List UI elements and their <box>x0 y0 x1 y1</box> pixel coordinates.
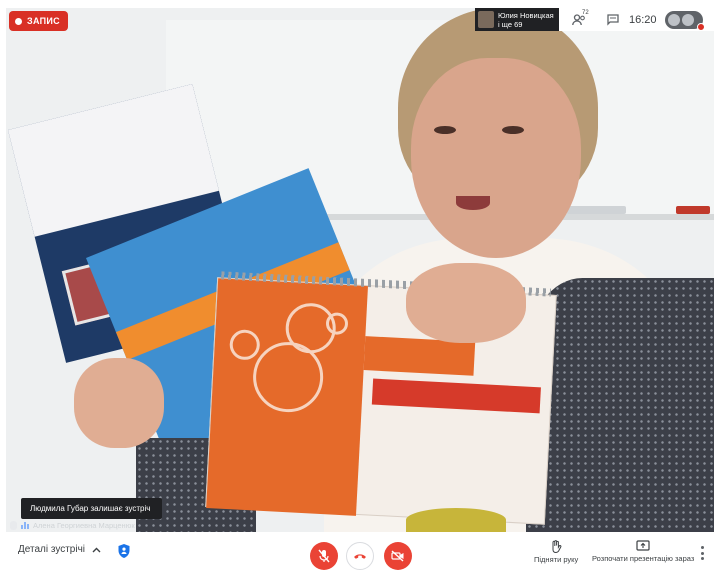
leave-notification-toast: Людмила Губар залишає зустріч <box>21 498 162 519</box>
camera-off-button[interactable] <box>384 542 412 570</box>
more-vert-icon[interactable] <box>699 546 705 560</box>
toast-message: Людмила Губар залишає зустріч <box>30 504 151 513</box>
marker <box>676 206 710 214</box>
bottom-toolbar: Деталі зустрічі Підняти руку Розпочати п… <box>0 534 720 572</box>
speaker-hand <box>74 358 164 448</box>
presenter-name: Юлия Новицкая <box>498 10 554 20</box>
raise-hand-button[interactable]: Підняти руку <box>534 540 578 564</box>
speaker-face <box>411 58 581 258</box>
presenter-chip[interactable]: Юлия Новицкая і ще 69 <box>475 8 559 31</box>
meeting-details-button[interactable]: Деталі зустрічі <box>18 544 101 555</box>
hangup-button[interactable] <box>346 542 374 570</box>
meeting-details-label: Деталі зустрічі <box>18 544 86 555</box>
hand-icon <box>552 540 562 553</box>
participant-label: Алена Георгиевна Марценюк <box>6 518 135 532</box>
chat-icon[interactable] <box>603 10 623 30</box>
mic-off-icon <box>318 549 330 563</box>
present-now-label: Розпочати презентацію зараз <box>592 554 695 563</box>
hangup-icon <box>354 554 366 559</box>
shield-icon[interactable] <box>117 543 131 559</box>
participant-name: Алена Георгиевна Марценюк <box>33 520 135 530</box>
presenter-others: і ще 69 <box>498 19 523 29</box>
record-dot-icon <box>15 17 22 25</box>
audio-level-icon <box>21 521 29 529</box>
recording-label: ЗАПИС <box>27 16 60 26</box>
speaker-hand <box>406 263 526 343</box>
speaker-eye <box>434 126 456 134</box>
present-icon <box>636 540 650 551</box>
speaker-eye <box>502 126 524 134</box>
marker <box>566 206 626 214</box>
avatar <box>681 13 694 26</box>
flowers <box>406 508 506 532</box>
participants-count: 72 <box>582 9 589 16</box>
recording-badge: ЗАПИС <box>9 11 68 31</box>
presenter-thumbnail <box>478 11 494 28</box>
chevron-up-icon <box>91 545 101 555</box>
top-status-bar: 72 16:20 <box>559 8 714 31</box>
avatar <box>667 13 680 26</box>
mic-off-button[interactable] <box>310 542 338 570</box>
speaker-mouth <box>456 196 490 210</box>
people-icon[interactable]: 72 <box>569 10 589 30</box>
clock: 16:20 <box>629 13 657 26</box>
raise-hand-label: Підняти руку <box>534 555 579 564</box>
mic-icon <box>10 520 17 530</box>
self-avatars[interactable] <box>664 10 705 31</box>
camera-off-icon <box>391 550 404 562</box>
video-feed <box>6 8 714 532</box>
notification-dot <box>696 22 705 31</box>
present-now-button[interactable]: Розпочати презентацію зараз <box>592 540 694 563</box>
